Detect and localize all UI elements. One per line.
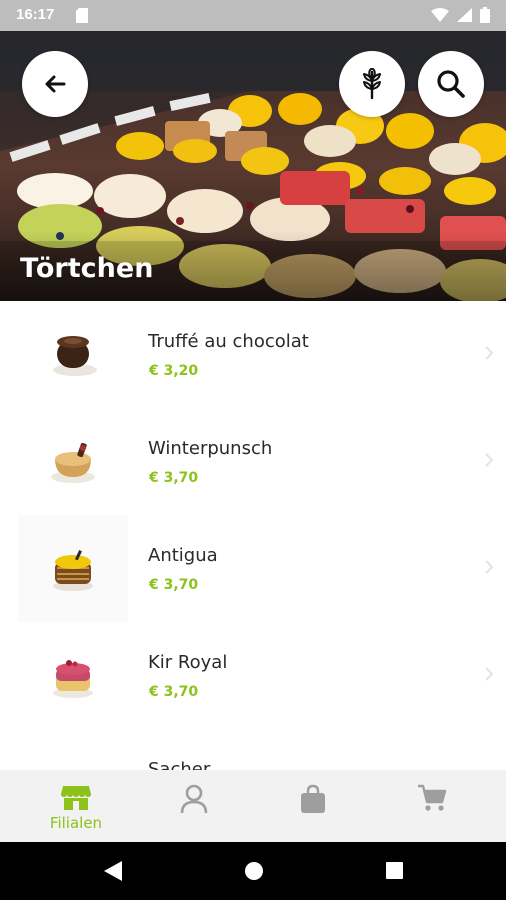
nav-item-filialen[interactable]: Filialen	[31, 770, 121, 842]
back-button[interactable]	[22, 51, 88, 117]
nav-item-cart[interactable]	[387, 770, 477, 842]
allergen-filter-button[interactable]	[339, 51, 405, 117]
chevron-right-icon	[485, 667, 494, 681]
product-thumbnail	[18, 622, 128, 729]
bottom-navigation: Filialen	[0, 770, 506, 842]
nav-label: Filialen	[49, 814, 103, 832]
chevron-right-icon	[485, 560, 494, 574]
recents-square-icon[interactable]	[384, 859, 406, 883]
store-icon	[61, 786, 91, 810]
chevron-right-icon	[485, 453, 494, 467]
product-list: Truffé au chocolat € 3,20 Winterpunsch €…	[0, 301, 506, 770]
system-navigation-bar	[0, 842, 506, 900]
grain-icon	[363, 68, 381, 100]
product-name: Winterpunsch	[148, 438, 273, 459]
product-name: Sacher	[148, 759, 211, 770]
signal-icon	[457, 8, 472, 22]
search-icon	[437, 70, 465, 98]
back-triangle-icon[interactable]	[102, 859, 124, 883]
nav-item-account[interactable]	[149, 770, 239, 842]
arrow-left-icon	[45, 75, 66, 93]
product-item-truffe[interactable]: Truffé au chocolat € 3,20	[0, 301, 506, 408]
battery-icon	[480, 7, 490, 23]
wifi-icon	[431, 8, 449, 22]
cart-icon	[418, 784, 447, 811]
status-time: 16:17	[16, 6, 55, 23]
product-item-antigua[interactable]: Antigua € 3,70	[0, 515, 506, 622]
product-thumbnail	[18, 729, 128, 770]
product-name: Truffé au chocolat	[148, 331, 309, 352]
status-icons	[431, 7, 490, 23]
product-item-sacher[interactable]: Sacher	[0, 729, 506, 770]
product-price: € 3,70	[149, 684, 199, 700]
category-hero: Törtchen	[0, 31, 506, 301]
product-thumbnail	[18, 408, 128, 515]
product-name: Antigua	[148, 545, 218, 566]
home-circle-icon[interactable]	[243, 859, 265, 883]
nav-item-orders[interactable]	[268, 770, 358, 842]
search-button[interactable]	[418, 51, 484, 117]
chevron-right-icon	[485, 346, 494, 360]
product-price: € 3,20	[149, 363, 199, 379]
product-price: € 3,70	[149, 577, 199, 593]
category-title: Törtchen	[20, 253, 154, 284]
status-bar: 16:17	[0, 0, 506, 31]
product-name: Kir Royal	[148, 652, 228, 673]
product-price: € 3,70	[149, 470, 199, 486]
product-item-winterpunsch[interactable]: Winterpunsch € 3,70	[0, 408, 506, 515]
bag-icon	[301, 784, 325, 813]
product-thumbnail	[18, 301, 128, 408]
sim-card-icon	[76, 8, 88, 23]
product-item-kir-royal[interactable]: Kir Royal € 3,70	[0, 622, 506, 729]
product-thumbnail	[18, 515, 128, 622]
user-icon	[180, 784, 208, 814]
